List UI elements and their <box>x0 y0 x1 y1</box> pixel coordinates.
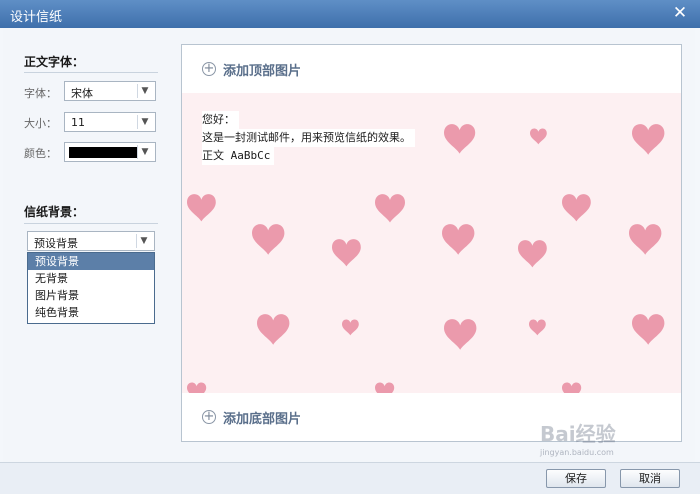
heart-decoration <box>332 239 361 267</box>
color-select[interactable]: ▼ <box>64 142 156 162</box>
background-option-image[interactable]: 图片背景 <box>28 287 154 304</box>
heart-decoration <box>252 224 285 255</box>
add-bottom-image-label: 添加底部图片 <box>223 411 302 427</box>
heart-decoration <box>375 194 405 223</box>
letter-line-greeting: 您好： <box>202 111 239 129</box>
background-option-preset[interactable]: 预设背景 <box>28 253 154 270</box>
letter-preview-text: 您好： 这是一封测试邮件，用来预览信纸的效果。 正文 AaBbCc <box>202 111 415 165</box>
add-circle-icon: + <box>202 409 216 424</box>
heart-decoration <box>632 124 665 155</box>
font-select-value: 宋体 <box>71 87 93 100</box>
font-section-divider <box>24 72 158 73</box>
heart-decoration <box>629 224 662 255</box>
chevron-down-icon: ▼ <box>137 84 152 98</box>
title-bar: 设计信纸 ✕ <box>0 0 700 28</box>
heart-decoration <box>442 224 475 255</box>
letter-line-body: 这是一封测试邮件，用来预览信纸的效果。 <box>202 129 415 147</box>
font-section-title: 正文字体： <box>24 55 85 69</box>
heart-decoration <box>444 124 476 154</box>
chevron-down-icon: ▼ <box>136 234 151 248</box>
size-select[interactable]: 11 ▼ <box>64 112 156 132</box>
chevron-down-icon: ▼ <box>137 115 152 129</box>
background-select-value: 预设背景 <box>34 237 78 250</box>
heart-decoration <box>257 314 290 345</box>
dialog-body: 正文字体： 字体： 宋体 ▼ 大小： 11 ▼ 颜色： ▼ 信纸背景： 预设背景… <box>3 28 695 462</box>
add-top-image-button[interactable]: + 添加顶部图片 <box>182 45 681 93</box>
background-section-title: 信纸背景： <box>24 205 85 219</box>
heart-decoration <box>518 240 547 268</box>
size-label: 大小： <box>24 117 57 130</box>
heart-decoration <box>342 319 359 336</box>
dialog-footer: 保存 取消 <box>0 462 700 494</box>
background-section-divider <box>24 223 158 224</box>
close-icon[interactable]: ✕ <box>670 3 690 23</box>
design-stationery-dialog: 设计信纸 ✕ 正文字体： 字体： 宋体 ▼ 大小： 11 ▼ 颜色： ▼ 信纸背… <box>0 0 700 494</box>
letter-line-sample: 正文 AaBbCc <box>202 147 275 165</box>
heart-pattern <box>187 124 665 401</box>
heart-decoration <box>530 128 547 145</box>
background-select[interactable]: 预设背景 ▼ <box>27 231 155 251</box>
cancel-button[interactable]: 取消 <box>620 469 680 488</box>
heart-decoration <box>562 194 591 222</box>
font-select[interactable]: 宋体 ▼ <box>64 81 156 101</box>
add-circle-icon: + <box>202 61 216 76</box>
background-option-none[interactable]: 无背景 <box>28 270 154 287</box>
heart-decoration <box>444 319 477 350</box>
dialog-title: 设计信纸 <box>10 10 63 25</box>
background-option-solid[interactable]: 纯色背景 <box>28 304 154 321</box>
watermark-url: jingyan.baidu.com <box>540 448 614 457</box>
watermark-logo: Bai经验 <box>540 422 616 446</box>
color-swatch <box>69 147 137 158</box>
chevron-down-icon: ▼ <box>137 145 152 159</box>
save-button[interactable]: 保存 <box>546 469 606 488</box>
stationery-preview: + 添加顶部图片 您好： 这是一封测试邮件，用来预览信纸的效果。 正文 AaBb… <box>181 44 682 442</box>
color-label: 颜色： <box>24 147 57 160</box>
size-select-value: 11 <box>71 116 85 129</box>
heart-decoration <box>529 319 546 336</box>
background-dropdown-list: 预设背景 无背景 图片背景 纯色背景 <box>27 252 155 324</box>
heart-decoration <box>187 194 216 222</box>
heart-decoration <box>632 314 665 345</box>
add-top-image-label: 添加顶部图片 <box>223 63 302 79</box>
font-label: 字体： <box>24 87 57 100</box>
